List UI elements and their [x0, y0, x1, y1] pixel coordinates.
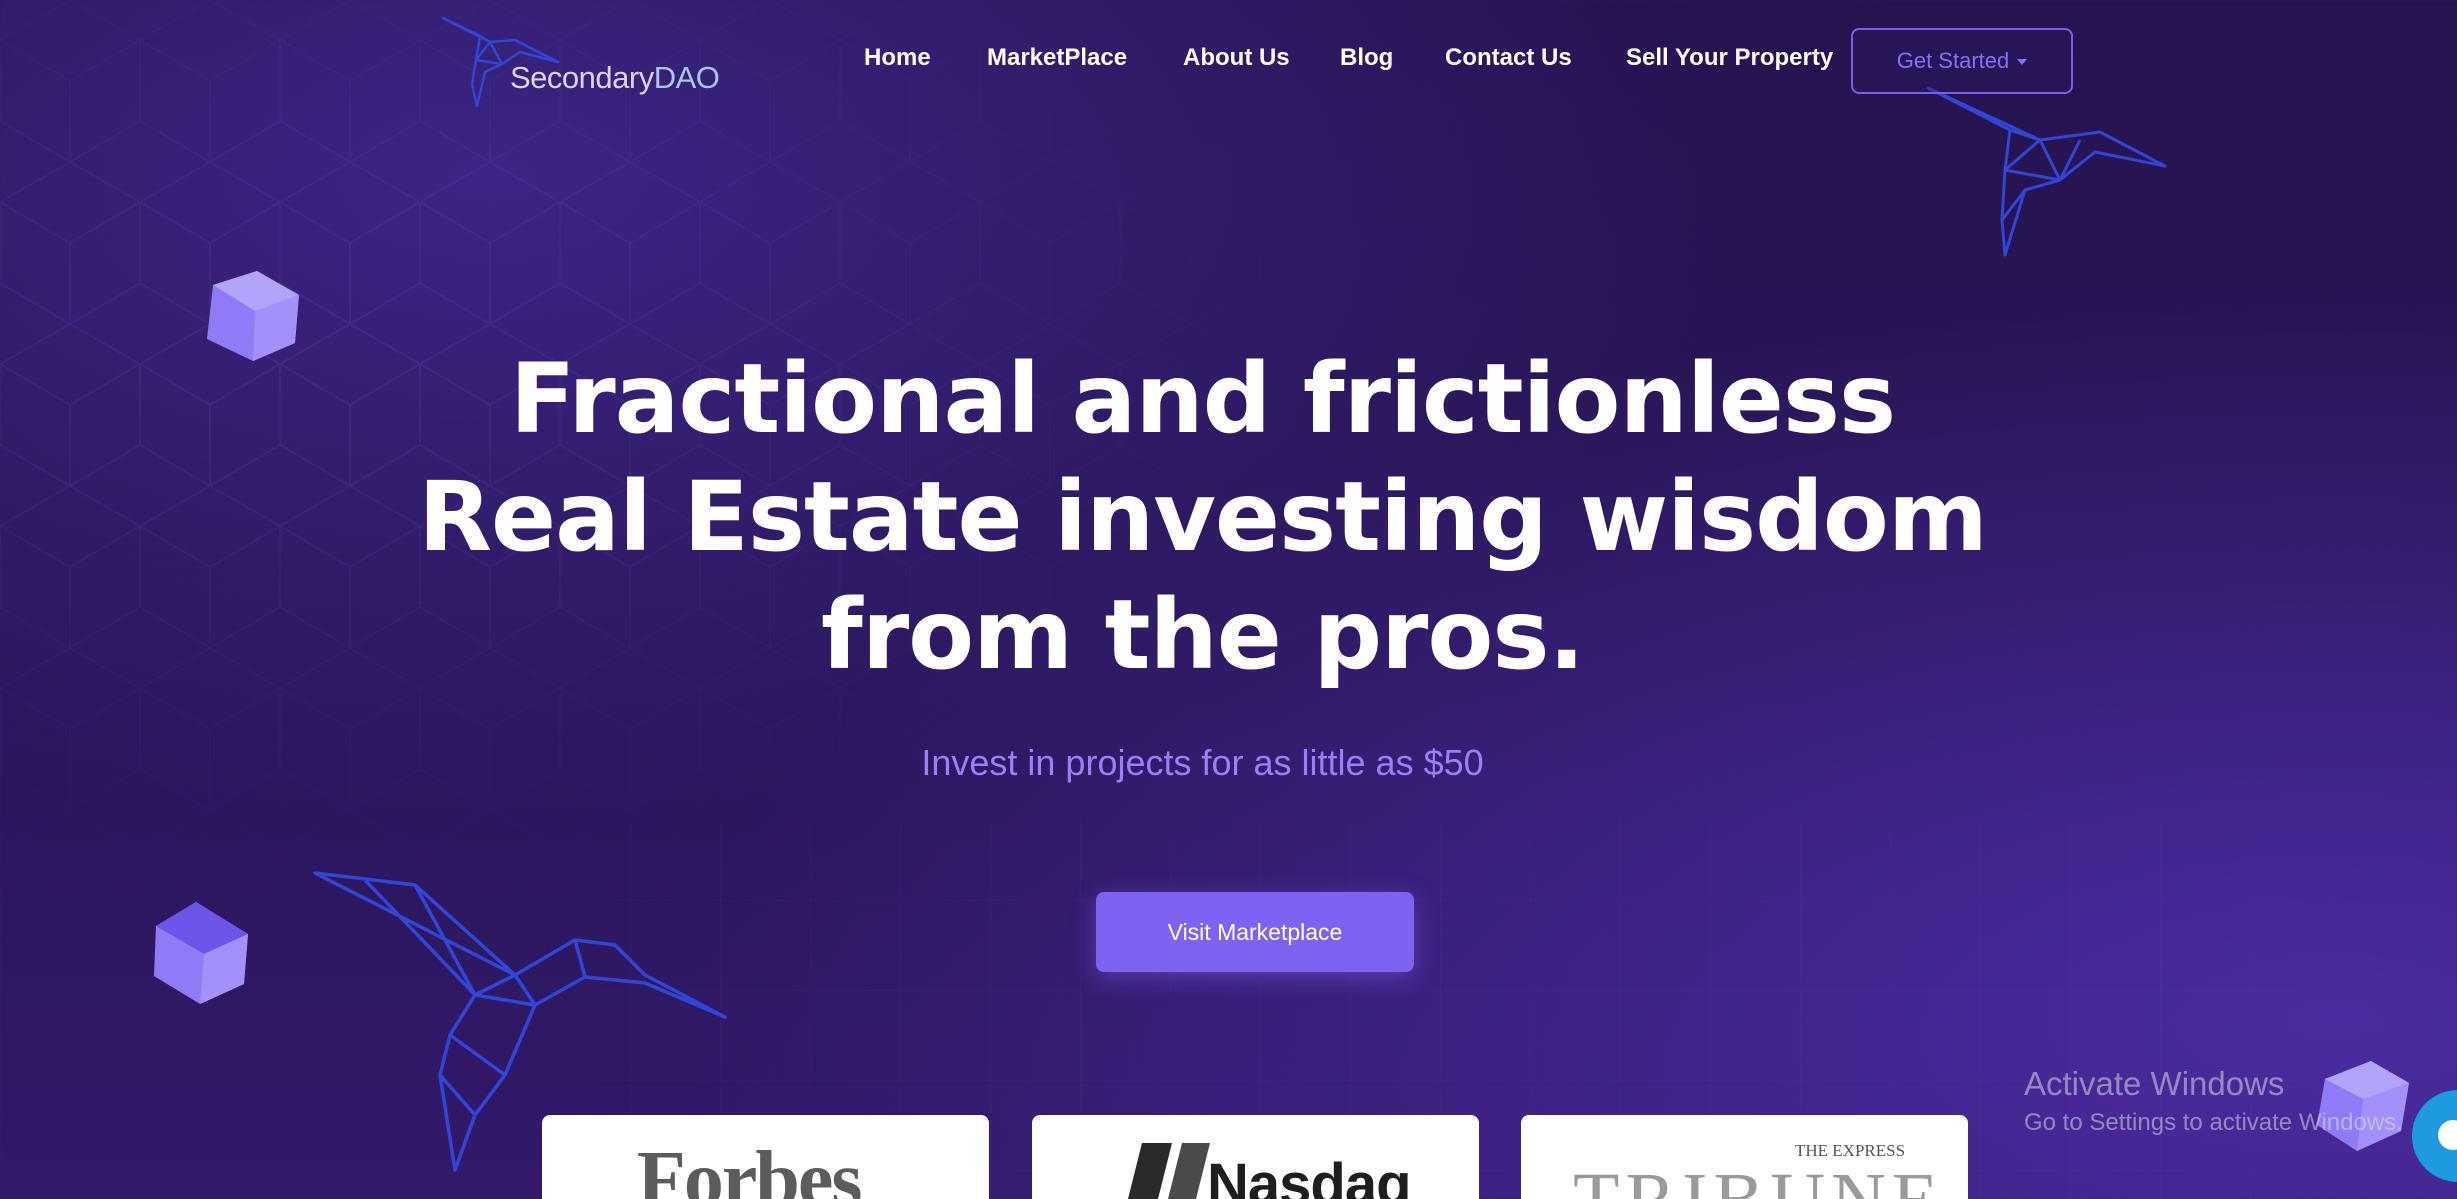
- nav-item-sell-your-property[interactable]: Sell Your Property: [1626, 44, 1833, 72]
- windows-activation-watermark: Activate Windows Go to Settings to activ…: [2024, 1062, 2403, 1140]
- visit-marketplace-button[interactable]: Visit Marketplace: [1096, 892, 1414, 972]
- press-card-forbes: Forbes: [542, 1115, 989, 1199]
- hero-subtitle: Invest in projects for as little as $50: [921, 742, 1484, 783]
- nav-item-home[interactable]: Home: [864, 44, 931, 72]
- nav-item-blog[interactable]: Blog: [1340, 44, 1393, 72]
- hero-title-line-2: Real Estate investing wisdom: [418, 461, 1988, 573]
- nav-item-marketplace[interactable]: MarketPlace: [987, 44, 1127, 72]
- main-nav: Home MarketPlace About Us Blog Contact U…: [0, 44, 2457, 84]
- get-started-label: Get Started: [1896, 48, 2010, 73]
- watermark-line-2: Go to Settings to activate Windows.: [2024, 1109, 2403, 1136]
- hero-title-line-1: Fractional and frictionless: [509, 343, 1896, 455]
- press-card-tribune: THE EXPRESS TRIBUNE: [1521, 1115, 1968, 1199]
- press-card-nasdaq: Nasdaq: [1032, 1115, 1479, 1199]
- nav-item-about-us[interactable]: About Us: [1183, 44, 1290, 72]
- hero-title: Fractional and frictionless Real Estate …: [0, 340, 2457, 694]
- caret-down-icon: [2017, 59, 2028, 65]
- nav-item-contact-us[interactable]: Contact Us: [1445, 44, 1572, 72]
- get-started-dropdown-button[interactable]: Get Started: [1851, 28, 2073, 94]
- nasdaq-logo: Nasdaq: [1207, 1152, 1412, 1199]
- watermark-line-1: Activate Windows: [2024, 1065, 2285, 1102]
- hero-title-line-3: from the pros.: [821, 579, 1585, 691]
- tribune-logo: TRIBUNE: [1573, 1157, 1944, 1199]
- forbes-logo: Forbes: [637, 1136, 863, 1199]
- nasdaq-mark-icon: [1128, 1143, 1210, 1199]
